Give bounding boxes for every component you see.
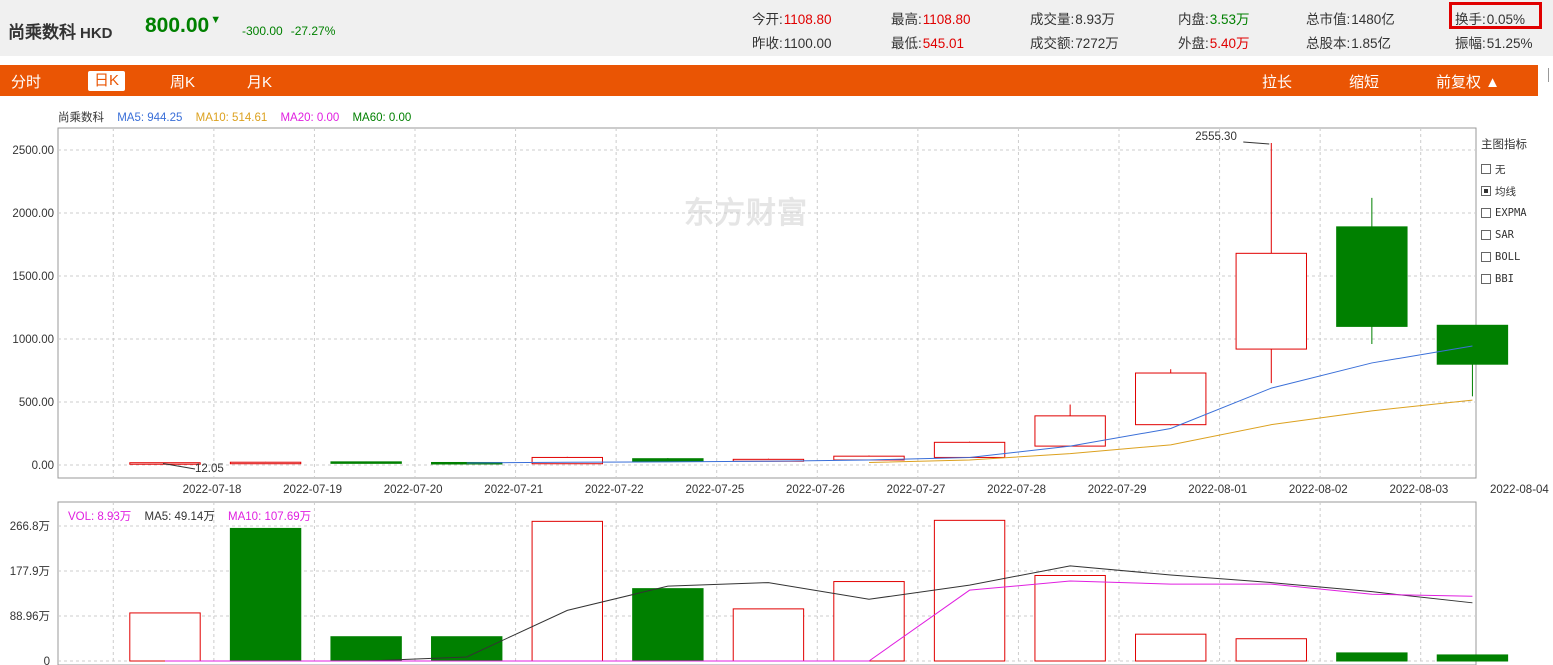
y-tick-label: 2000.00 [12, 208, 54, 220]
x-tick-label: 2022-07-22 [585, 484, 644, 496]
x-tick-label: 2022-07-18 [183, 484, 242, 496]
x-tick-label: 2022-07-29 [1088, 484, 1147, 496]
legend-vol: VOL: 8.93万 [68, 511, 132, 523]
x-tick-label: 2022-07-21 [484, 484, 543, 496]
x-tick-label: 2022-08-03 [1389, 484, 1448, 496]
volume-bar [1235, 638, 1307, 662]
annotation-low: 12.05 [195, 463, 224, 475]
indicator-option[interactable]: SAR [1481, 224, 1527, 246]
checkbox-icon[interactable] [1481, 252, 1491, 262]
candle-body [330, 461, 402, 464]
volume-bar [632, 588, 704, 662]
candle-body [1135, 372, 1207, 426]
main-legend: 尚乘数科 MA5: 944.25 MA10: 514.61 MA20: 0.00… [58, 109, 421, 125]
y-tick-label: 1000.00 [12, 334, 54, 346]
vol-y-tick-label: 266.8万 [10, 521, 50, 533]
y-tick-label: 0.00 [32, 460, 54, 472]
legend-vol-ma10: MA10: 107.69万 [228, 511, 312, 523]
x-tick-label: 2022-07-26 [786, 484, 845, 496]
legend-name: 尚乘数科 [58, 112, 104, 124]
candle-body [933, 441, 1006, 458]
candle-body [632, 458, 704, 462]
candle-body [1235, 252, 1307, 350]
indicator-title: 主图指标 [1481, 139, 1527, 151]
legend-ma10: MA10: 514.61 [195, 112, 268, 124]
volume-bar [1135, 633, 1207, 662]
volume-bar [229, 527, 302, 662]
checkbox-icon[interactable] [1481, 186, 1491, 196]
volume-bar [1436, 654, 1509, 662]
legend-ma60: MA60: 0.00 [352, 112, 412, 124]
x-tick-label: 2022-08-02 [1289, 484, 1348, 496]
legend-ma5: MA5: 944.25 [117, 112, 183, 124]
candle-body [1436, 324, 1509, 365]
x-tick-label: 2022-07-28 [987, 484, 1046, 496]
indicator-label: BOLL [1495, 251, 1521, 263]
y-tick-label: 500.00 [19, 397, 54, 409]
volume-bar [531, 520, 603, 662]
candle-body [229, 461, 302, 465]
kline-chart[interactable]: 0.00 500.00 1000.00 1500.00 2000.00 2500.00 20… [0, 0, 1553, 665]
annotation-high: 2555.30 [1195, 131, 1237, 143]
y-tick-label: 2500.00 [12, 145, 54, 157]
volume-bar [1034, 574, 1106, 662]
indicator-option[interactable]: 均线 [1481, 180, 1527, 202]
volume-bar [833, 581, 905, 662]
volume-bar [1336, 652, 1408, 662]
indicator-option[interactable]: BOLL [1481, 246, 1527, 268]
candle-body [1336, 226, 1408, 327]
x-tick-label: 2022-08-04 [1490, 484, 1549, 496]
volume-bar [129, 612, 201, 662]
x-tick-label: 2022-08-01 [1188, 484, 1247, 496]
checkbox-icon[interactable] [1481, 274, 1491, 284]
checkbox-icon[interactable] [1481, 164, 1491, 174]
vol-y-tick-label: 88.96万 [10, 611, 50, 623]
checkbox-icon[interactable] [1481, 230, 1491, 240]
indicator-panel: 主图指标 无均线 EXPMA SAR BOLL BBI [1481, 136, 1527, 290]
indicator-label: BBI [1495, 273, 1514, 285]
legend-vol-ma5: MA5: 49.14万 [144, 511, 215, 523]
y-tick-label: 1500.00 [12, 271, 54, 283]
vol-legend: VOL: 8.93万 MA5: 49.14万 MA10: 107.69万 [68, 508, 321, 524]
x-tick-label: 2022-07-27 [887, 484, 946, 496]
indicator-label: EXPMA [1495, 207, 1527, 219]
x-tick-label: 2022-07-20 [384, 484, 443, 496]
indicator-label: 均线 [1495, 185, 1516, 198]
volume-bar [732, 608, 805, 662]
annotation-arrow [1243, 141, 1270, 145]
vol-y-tick-label: 177.9万 [10, 566, 50, 578]
x-tick-label: 2022-07-25 [685, 484, 744, 496]
volume-bar [330, 636, 402, 662]
x-tick-label: 2022-07-19 [283, 484, 342, 496]
indicator-label: 无 [1495, 163, 1506, 176]
legend-ma20: MA20: 0.00 [280, 112, 340, 124]
vol-y-tick-label: 0 [44, 656, 50, 665]
indicator-label: SAR [1495, 229, 1514, 241]
indicator-option[interactable]: EXPMA [1481, 202, 1527, 224]
checkbox-icon[interactable] [1481, 208, 1491, 218]
indicator-option[interactable]: 无 [1481, 158, 1527, 180]
indicator-option[interactable]: BBI [1481, 268, 1527, 290]
